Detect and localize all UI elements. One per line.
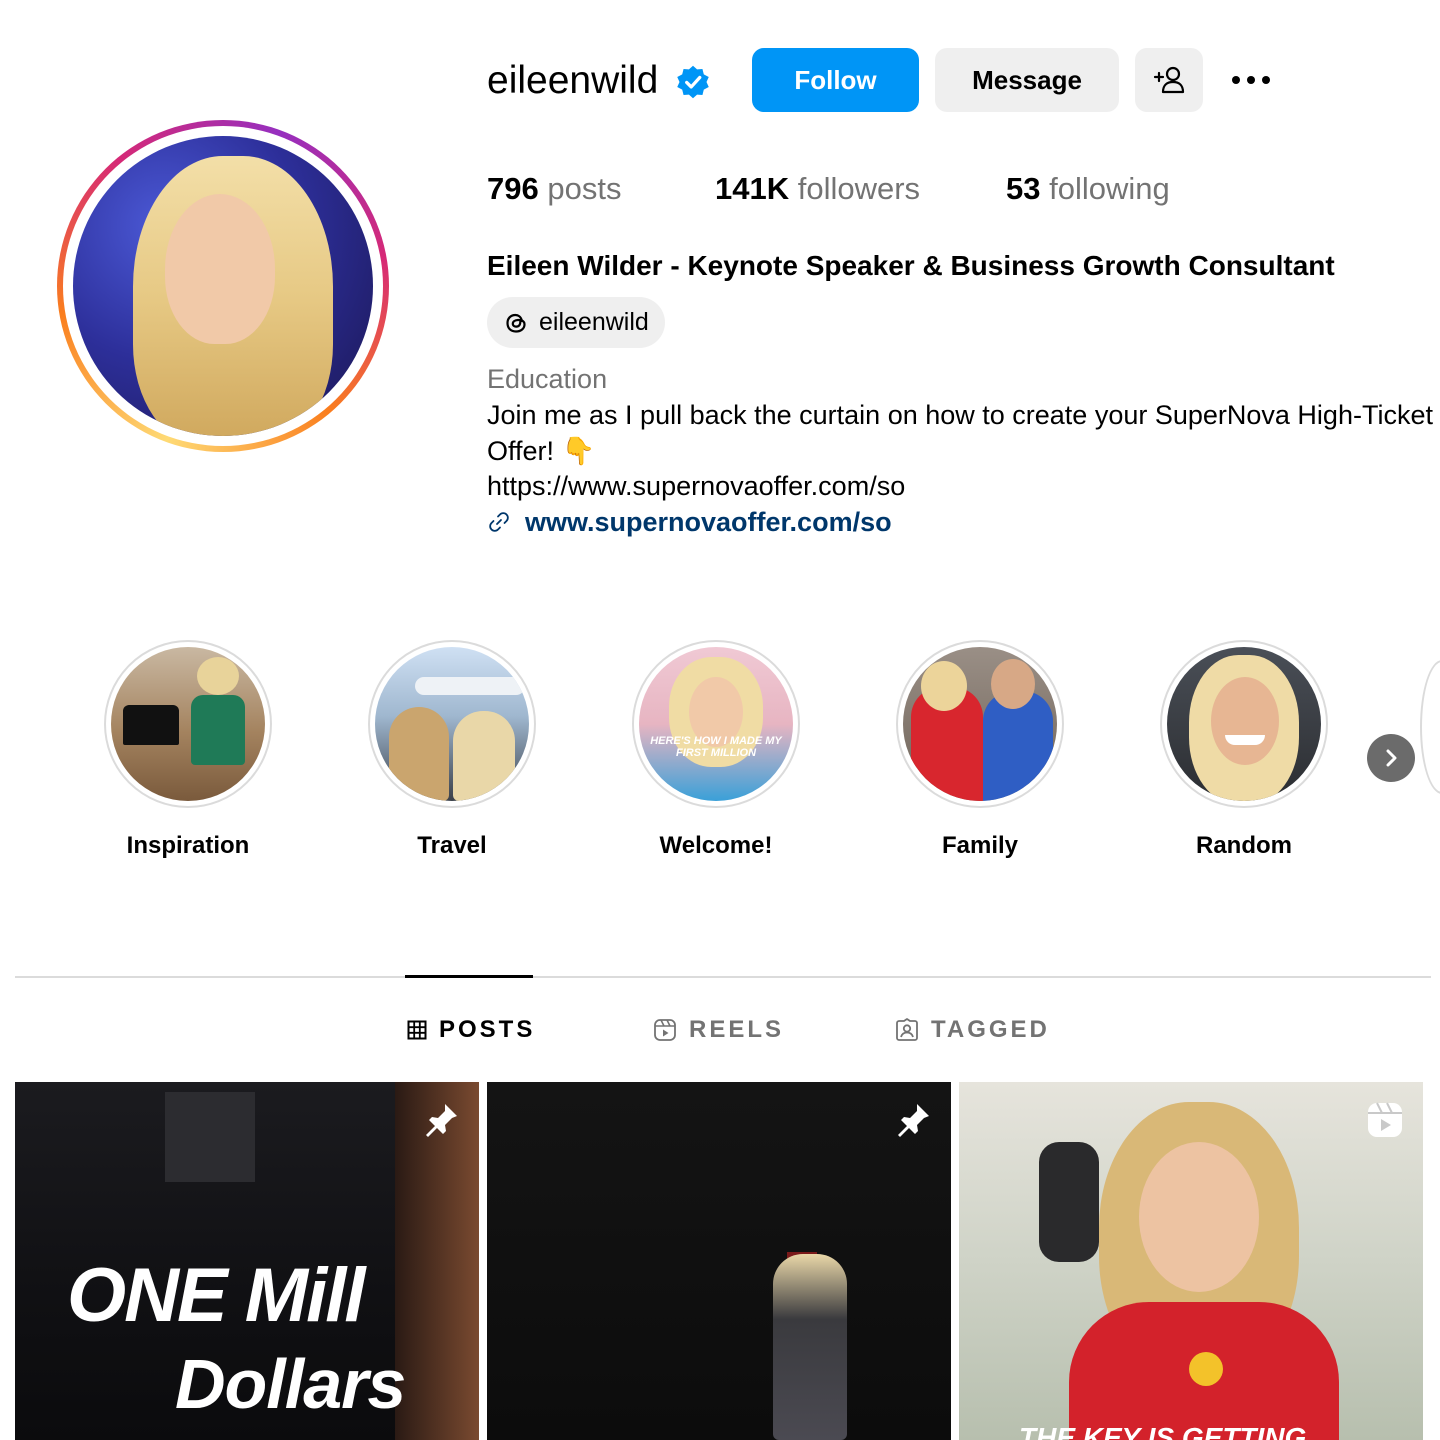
profile-full-name: Eileen Wilder - Keynote Speaker & Busine… — [487, 250, 1335, 281]
external-link-text: www.supernovaoffer.com/so — [525, 507, 892, 537]
threads-link[interactable]: eileenwild — [487, 297, 665, 348]
highlight-label: Travel — [417, 832, 487, 859]
external-link[interactable]: www.supernovaoffer.com/so — [487, 504, 892, 540]
more-options-icon — [1232, 76, 1240, 84]
highlight-cover — [1167, 647, 1321, 801]
active-tab-indicator — [405, 975, 533, 978]
reels-icon — [654, 1019, 676, 1041]
avatar-photo — [73, 136, 373, 436]
add-person-icon — [1153, 66, 1185, 94]
link-icon — [489, 512, 509, 532]
suggest-people-button[interactable] — [1135, 48, 1203, 112]
threads-icon — [506, 313, 526, 333]
profile-category: Education — [487, 364, 608, 394]
highlight-cover — [903, 647, 1057, 801]
highlight-label: Welcome! — [659, 832, 773, 859]
highlight-cover — [375, 647, 529, 801]
tab-reels[interactable]: REELS — [653, 1012, 784, 1048]
posts-count: 796 posts — [487, 171, 622, 206]
tagged-icon — [896, 1018, 918, 1041]
post-overlay-text: Dollars — [175, 1345, 406, 1423]
highlight-inspiration[interactable]: Inspiration — [103, 640, 273, 860]
post-overlay-text: ONE Mill — [67, 1253, 365, 1338]
highlight-label: Random — [1196, 832, 1292, 859]
tab-posts[interactable]: POSTS — [407, 1012, 535, 1048]
tab-label: TAGGED — [931, 1016, 1050, 1043]
bio-url-text: https://www.supernovaoffer.com/so — [487, 471, 906, 501]
profile-bio: Join me as I pull back the curtain on ho… — [487, 400, 1433, 466]
post-tile[interactable]: ONE Mill Dollars — [15, 1082, 479, 1440]
highlight-family[interactable]: Family — [895, 640, 1065, 860]
profile-username: eileenwild — [487, 59, 659, 102]
highlight-travel[interactable]: Travel — [367, 640, 537, 860]
tab-label: REELS — [689, 1016, 785, 1043]
message-button[interactable]: Message — [935, 48, 1119, 112]
highlight-overlay-text: HERE'S HOW I MADE MY FIRST MILLION — [650, 735, 782, 759]
profile-avatar[interactable] — [57, 120, 389, 452]
highlight-welcome[interactable]: HERE'S HOW I MADE MY FIRST MILLION Welco… — [631, 640, 801, 860]
tab-tagged[interactable]: TAGGED — [895, 1012, 1050, 1048]
pin-icon — [426, 1104, 457, 1137]
tabs-divider — [15, 976, 1431, 978]
chevron-right-icon — [1386, 749, 1397, 767]
highlight-cover: HERE'S HOW I MADE MY FIRST MILLION — [639, 647, 793, 801]
highlight-partial[interactable] — [1420, 660, 1440, 794]
highlight-label: Inspiration — [126, 832, 250, 859]
tab-label: POSTS — [439, 1016, 536, 1043]
pin-icon — [898, 1104, 929, 1137]
followers-count[interactable]: 141K followers — [715, 170, 920, 208]
highlights-next-button[interactable] — [1367, 734, 1415, 782]
follow-button[interactable]: Follow — [752, 48, 919, 112]
highlight-random[interactable]: Random — [1159, 640, 1329, 860]
verified-badge-icon — [677, 65, 709, 99]
more-options-button[interactable] — [1222, 60, 1280, 100]
highlight-cover — [111, 647, 265, 801]
reels-icon — [1368, 1102, 1402, 1137]
highlight-label: Family — [941, 832, 1019, 859]
threads-handle: eileenwild — [539, 308, 649, 336]
post-tile[interactable]: THE KEY IS GETTING — [959, 1082, 1423, 1440]
grid-icon — [407, 1020, 427, 1040]
following-count[interactable]: 53 following — [1006, 170, 1170, 208]
post-overlay-text: THE KEY IS GETTING — [1019, 1422, 1307, 1440]
post-tile[interactable] — [487, 1082, 951, 1440]
